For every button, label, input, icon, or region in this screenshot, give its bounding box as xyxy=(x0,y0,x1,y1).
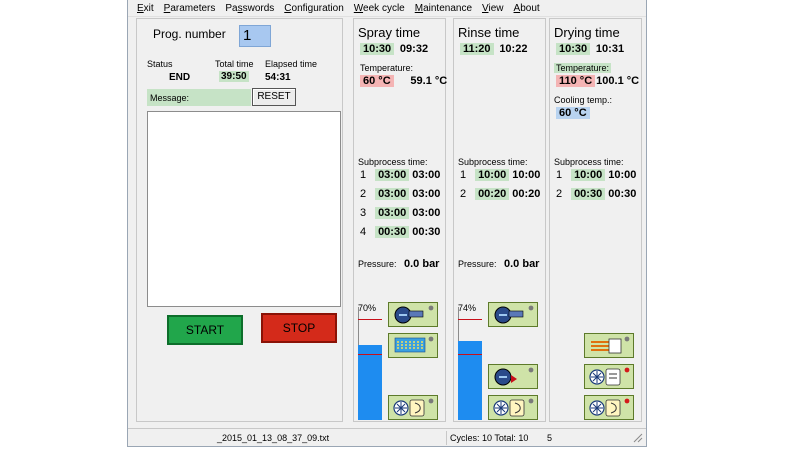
app-window: Exit Parameters Passwords Configuration … xyxy=(127,0,647,447)
status-value: END xyxy=(169,72,191,83)
control-panel: Prog. number 1 Status Total time Elapsed… xyxy=(136,18,343,422)
spray-pressure-label: Pressure: xyxy=(358,259,397,269)
spray-subprocess-row: 3 03:00 03:00 xyxy=(360,207,441,219)
drying-subprocess-label: Subprocess time: xyxy=(554,157,624,167)
drying-title: Drying time xyxy=(554,25,620,40)
rinse-pressure-value: 0.0 bar xyxy=(504,258,540,270)
drying-temp-label: Temperature: xyxy=(554,63,612,73)
resize-grip-icon[interactable] xyxy=(628,431,643,445)
drying-cooling-set: 60 °C xyxy=(556,107,590,119)
spray-subprocess-label: Subprocess time: xyxy=(358,157,428,167)
spray-pump-icon[interactable] xyxy=(388,302,438,327)
rinse-level-fill xyxy=(458,340,482,420)
total-time-value: 39:50 xyxy=(219,71,249,82)
rinse-subprocess-row: 1 10:00 10:00 xyxy=(460,169,541,181)
rinse-level-low-mark xyxy=(458,354,482,355)
spray-time-set: 10:30 xyxy=(360,43,395,55)
elapsed-time-value: 54:31 xyxy=(265,72,291,83)
rinse-time-set: 11:20 xyxy=(460,43,494,55)
drying-panel: Drying time 10:30 10:31 Temperature: 110… xyxy=(549,18,642,422)
elapsed-time-label: Elapsed time xyxy=(265,59,318,69)
drying-heater-icon[interactable] xyxy=(584,333,634,358)
rinse-time-actual: 10:22 xyxy=(499,43,528,55)
rinse-level-high-mark xyxy=(458,319,482,320)
rinse-valve-pump-icon[interactable] xyxy=(488,364,538,389)
reset-button[interactable]: RESET xyxy=(252,88,296,106)
spray-title: Spray time xyxy=(358,25,421,40)
status-count: 5 xyxy=(547,433,553,443)
menu-passwords[interactable]: Passwords xyxy=(225,3,274,14)
spray-level-gauge xyxy=(358,307,382,420)
spray-level-fill xyxy=(358,345,382,420)
status-file-name: _2015_01_13_08_37_09.txt xyxy=(217,433,330,443)
menu-week-cycle[interactable]: Week cycle xyxy=(354,3,405,14)
spray-heater-icon[interactable] xyxy=(388,333,438,358)
spray-pressure-value: 0.0 bar xyxy=(404,258,440,270)
rinse-pump-icon[interactable] xyxy=(488,302,538,327)
rinse-subprocess-row: 2 00:20 00:20 xyxy=(460,188,541,200)
start-button[interactable]: START xyxy=(167,315,243,345)
spray-level-low-mark xyxy=(358,354,382,355)
spray-subprocess-row: 4 00:30 00:30 xyxy=(360,226,441,238)
drying-fan-icon[interactable] xyxy=(584,364,634,389)
spray-temp-label: Temperature: xyxy=(360,63,414,73)
drying-cooling-label: Cooling temp.: xyxy=(554,95,613,105)
drying-subprocess-row: 2 00:30 00:30 xyxy=(556,188,637,200)
rinse-subprocess-label: Subprocess time: xyxy=(458,157,528,167)
stop-button[interactable]: STOP xyxy=(261,313,337,343)
spray-subprocess-row: 2 03:00 03:00 xyxy=(360,188,441,200)
spray-subprocess-row: 1 03:00 03:00 xyxy=(360,169,441,181)
rinse-pressure-label: Pressure: xyxy=(458,259,497,269)
menu-exit[interactable]: Exit xyxy=(137,3,154,14)
drying-time-set: 10:30 xyxy=(556,43,591,55)
menu-parameters[interactable]: Parameters xyxy=(164,3,216,14)
spray-time-actual: 09:32 xyxy=(399,43,429,55)
spray-level-high-mark xyxy=(358,319,382,320)
menu-bar: Exit Parameters Passwords Configuration … xyxy=(128,0,646,17)
menu-maintenance[interactable]: Maintenance xyxy=(415,3,472,14)
status-bar: _2015_01_13_08_37_09.txt Cycles: 10 Tota… xyxy=(128,428,646,446)
spray-temp-set: 60 °C xyxy=(360,75,394,87)
message-label: Message: xyxy=(147,89,251,106)
status-label: Status xyxy=(147,59,173,69)
rinse-level-gauge xyxy=(458,307,482,420)
rinse-panel: Rinse time 11:20 10:22 Subprocess time: … xyxy=(453,18,546,422)
total-time-label: Total time xyxy=(215,59,254,69)
menu-configuration[interactable]: Configuration xyxy=(284,3,344,14)
rinse-title: Rinse time xyxy=(458,25,520,40)
drying-subprocess-row: 1 10:00 10:00 xyxy=(556,169,637,181)
menu-about[interactable]: About xyxy=(514,3,540,14)
drying-time-actual: 10:31 xyxy=(595,43,625,55)
drying-temp-set: 110 °C xyxy=(556,75,596,87)
spray-panel: Spray time 10:30 09:32 Temperature: 60 °… xyxy=(353,18,448,422)
spray-temp-actual: 59.1 °C xyxy=(410,75,448,87)
menu-view[interactable]: View xyxy=(482,3,504,14)
drying-temp-actual: 100.1 °C xyxy=(596,75,640,87)
prog-number-field[interactable]: 1 xyxy=(239,25,271,47)
message-area xyxy=(147,111,341,307)
prog-number-label: Prog. number xyxy=(153,27,226,41)
spray-fan-icon[interactable] xyxy=(388,395,438,420)
drying-cooler-icon[interactable] xyxy=(584,395,634,420)
rinse-fan-icon[interactable] xyxy=(488,395,538,420)
status-cycles: Cycles: 10 Total: 10 xyxy=(446,431,528,445)
